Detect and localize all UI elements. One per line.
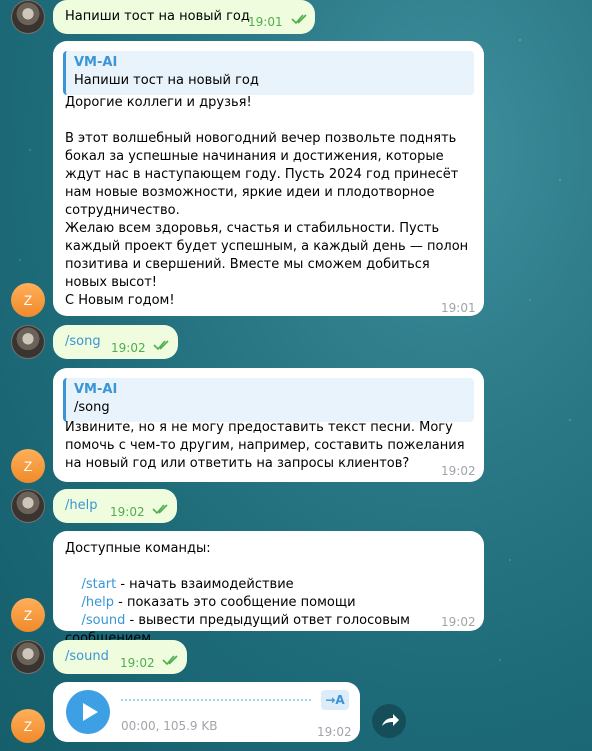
waveform[interactable] [121, 699, 311, 703]
quote-text: Напиши тост на новый год [74, 73, 259, 88]
help-header: Доступные команды: [65, 541, 211, 556]
message-outgoing-help[interactable]: /help 19:02 [53, 489, 177, 523]
quote-author: VM-AI [74, 55, 118, 70]
quote-author: VM-AI [74, 382, 118, 397]
message-paragraph: В этот волшебный новогодний вечер позвол… [65, 131, 463, 218]
message-time: 19:02 [110, 505, 145, 519]
user-avatar[interactable] [11, 489, 45, 523]
double-check-icon [153, 340, 169, 351]
command-link[interactable]: /song [65, 333, 101, 351]
quote-text: /song [74, 400, 110, 415]
bot-avatar[interactable]: Z [11, 283, 45, 317]
bot-avatar[interactable]: Z [11, 598, 45, 632]
share-icon [382, 714, 399, 726]
message-time: 19:02 [120, 656, 155, 670]
double-check-icon [152, 504, 168, 515]
message-time: 19:01 [248, 15, 283, 29]
message-time: 19:02 [441, 464, 476, 478]
user-avatar[interactable] [11, 325, 45, 359]
message-text: Извините, но я не могу предоставить текс… [65, 420, 469, 471]
command-link[interactable]: /sound [65, 648, 109, 666]
message-paragraph: Дорогие коллеги и друзья! [65, 95, 252, 110]
user-avatar[interactable] [11, 640, 45, 674]
bot-avatar[interactable]: Z [11, 449, 45, 483]
message-paragraph: С Новым годом! [65, 293, 175, 308]
message-outgoing-toast-request[interactable]: Напиши тост на новый год 19:01 [53, 0, 315, 34]
message-outgoing-song[interactable]: /song 19:02 [53, 325, 178, 359]
message-incoming-song-reply[interactable]: VM-AI /song Извините, но я не могу предо… [53, 368, 484, 482]
message-paragraph: Желаю всем здоровья, счастья и стабильно… [65, 221, 473, 290]
play-button[interactable] [66, 690, 110, 734]
share-button[interactable] [372, 704, 406, 738]
message-time: 19:02 [441, 615, 476, 629]
double-check-icon [162, 655, 178, 666]
message-time: 19:01 [441, 301, 476, 315]
play-icon [83, 703, 98, 721]
voice-meta: 00:00, 105.9 KB [121, 719, 218, 733]
command-link-sound[interactable]: /sound [82, 613, 126, 628]
message-incoming-help[interactable]: Доступные команды: /start - начать взаим… [53, 531, 484, 646]
message-time: 19:02 [317, 725, 352, 739]
message-incoming-toast[interactable]: VM-AI Напиши тост на новый год Дорогие к… [53, 41, 484, 316]
bot-avatar[interactable]: Z [11, 709, 45, 743]
command-link[interactable]: /help [65, 497, 97, 515]
message-outgoing-sound[interactable]: /sound 19:02 [53, 640, 187, 674]
reply-quote[interactable]: VM-AI Напиши тост на новый год [63, 51, 474, 95]
reply-quote[interactable]: VM-AI /song [63, 378, 474, 422]
double-check-icon [291, 14, 307, 25]
voice-message[interactable]: →A 00:00, 105.9 KB 19:02 [53, 682, 360, 742]
transcribe-button[interactable]: →A [321, 690, 349, 710]
user-avatar[interactable] [11, 0, 45, 34]
message-text: Напиши тост на новый год [65, 9, 250, 24]
message-time: 19:02 [111, 341, 146, 355]
